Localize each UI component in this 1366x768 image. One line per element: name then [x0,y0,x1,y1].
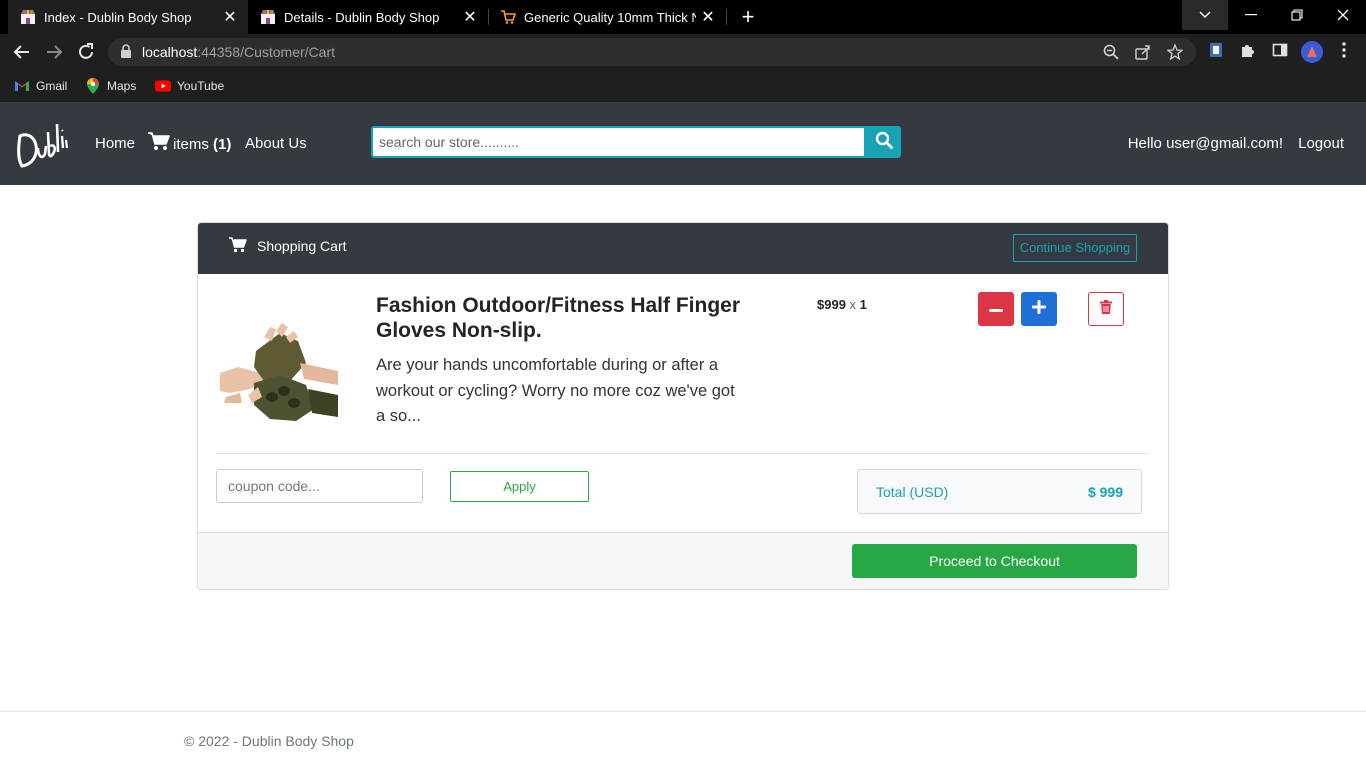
new-tab-button[interactable]: + [736,4,760,30]
search-input[interactable] [371,126,866,158]
nav-cart-label: items [173,136,209,153]
search-button[interactable] [866,126,901,158]
product-image-gloves [220,323,338,423]
cart-title: Shopping Cart [257,238,347,254]
url-text: localhost:44358/Customer/Cart [142,44,335,60]
plus-icon [1032,299,1046,319]
browser-tab-generic[interactable]: Generic Quality 10mm Thick Non ✕ [488,0,726,34]
cart-favicon-icon [500,9,516,25]
address-bar[interactable]: localhost:44358/Customer/Cart [108,38,1196,66]
menu-kebab-icon[interactable] [1334,42,1354,62]
continue-shopping-button[interactable]: Continue Shopping [1013,234,1137,262]
forward-arrow-icon[interactable] [42,40,66,64]
tab-title: Generic Quality 10mm Thick Non [524,9,696,25]
user-greeting[interactable]: Hello user@gmail.com! [1128,135,1283,152]
side-panel-icon[interactable] [1270,42,1290,62]
tab-close-icon[interactable]: ✕ [218,7,242,27]
cart-header: Shopping Cart Continue Shopping [198,223,1168,274]
tab-separator [726,9,727,25]
youtube-icon [155,79,171,93]
lock-icon [120,44,132,58]
restore-button[interactable] [1274,0,1320,30]
coupon-code-input[interactable] [216,469,423,503]
decrease-quantity-button[interactable] [978,292,1014,326]
trash-icon [1100,299,1112,319]
nav-cart[interactable]: items (1) [148,132,231,155]
gmail-icon [14,79,30,93]
reload-icon[interactable] [74,40,98,64]
price-quantity: $999 x 1 [817,297,867,312]
remove-item-button[interactable] [1088,292,1124,326]
bookmarks-bar: Gmail Maps YouTube [0,70,1366,102]
bookmark-maps[interactable]: Maps [85,76,136,96]
search-icon [875,131,893,154]
share-icon[interactable] [1134,44,1152,62]
bookmark-label: YouTube [177,79,225,93]
bookmark-star-icon[interactable] [1166,43,1184,62]
shopping-cart-card: Shopping Cart Continue Shopping Fashion … [197,222,1169,590]
logout-link[interactable]: Logout [1298,135,1344,152]
product-name[interactable]: Fashion Outdoor/Fitness Half Finger Glov… [376,293,756,343]
bookmark-youtube[interactable]: YouTube [155,76,224,96]
product-description: Are your hands uncomfortable during or a… [376,356,735,425]
copyright-text: © 2022 - Dublin Body Shop [184,733,354,749]
browser-toolbar: localhost:44358/Customer/Cart [0,34,1366,70]
nav-cart-count: (1) [213,136,232,153]
puzzle-icon[interactable] [1238,42,1258,62]
site-navbar: Home items (1) About Us Hello user@gmail… [0,102,1366,185]
minimize-button[interactable] [1228,0,1274,30]
tab-search-button[interactable] [1182,0,1228,30]
shop-favicon-icon [260,9,276,25]
browser-tab-details[interactable]: Details - Dublin Body Shop ✕ [248,0,488,34]
nav-home[interactable]: Home [95,135,135,152]
bookmark-label: Maps [107,79,137,93]
back-arrow-icon[interactable] [10,40,34,64]
profile-avatar-icon[interactable] [1301,41,1323,63]
proceed-to-checkout-button[interactable]: Proceed to Checkout [852,544,1137,578]
close-window-button[interactable] [1320,0,1366,30]
tab-title: Index - Dublin Body Shop [44,9,192,25]
tab-title: Details - Dublin Body Shop [284,9,440,25]
nav-about[interactable]: About Us [245,135,307,152]
zoom-icon[interactable] [1102,44,1120,62]
store-search [371,126,901,158]
item-price: $999 [817,297,846,312]
item-divider [216,453,1150,454]
bookmark-gmail[interactable]: Gmail [14,76,67,96]
shop-favicon-icon [20,9,36,25]
cart-icon [148,132,170,155]
page-footer: © 2022 - Dublin Body Shop [0,711,1366,768]
times-sign: x [849,297,857,312]
order-total: Total (USD) $ 999 [857,469,1142,514]
minus-icon [989,300,1003,318]
browser-tab-index[interactable]: Index - Dublin Body Shop ✕ [8,0,248,34]
bookmark-label: Gmail [36,79,68,93]
apply-coupon-button[interactable]: Apply [450,471,589,502]
browser-tab-bar: Index - Dublin Body Shop ✕ Details - Dub… [0,0,1366,34]
cart-footer: Proceed to Checkout [198,532,1168,589]
cart-icon [229,237,247,255]
total-amount: $ 999 [1087,484,1123,500]
tab-close-icon[interactable]: ✕ [458,7,482,27]
dublin-logo[interactable] [12,114,70,172]
increase-quantity-button[interactable] [1021,292,1057,326]
total-label: Total (USD) [876,484,949,500]
extension-icon[interactable] [1206,42,1226,62]
maps-icon [85,78,101,94]
tab-close-icon[interactable]: ✕ [696,7,720,27]
item-quantity: 1 [859,297,867,312]
